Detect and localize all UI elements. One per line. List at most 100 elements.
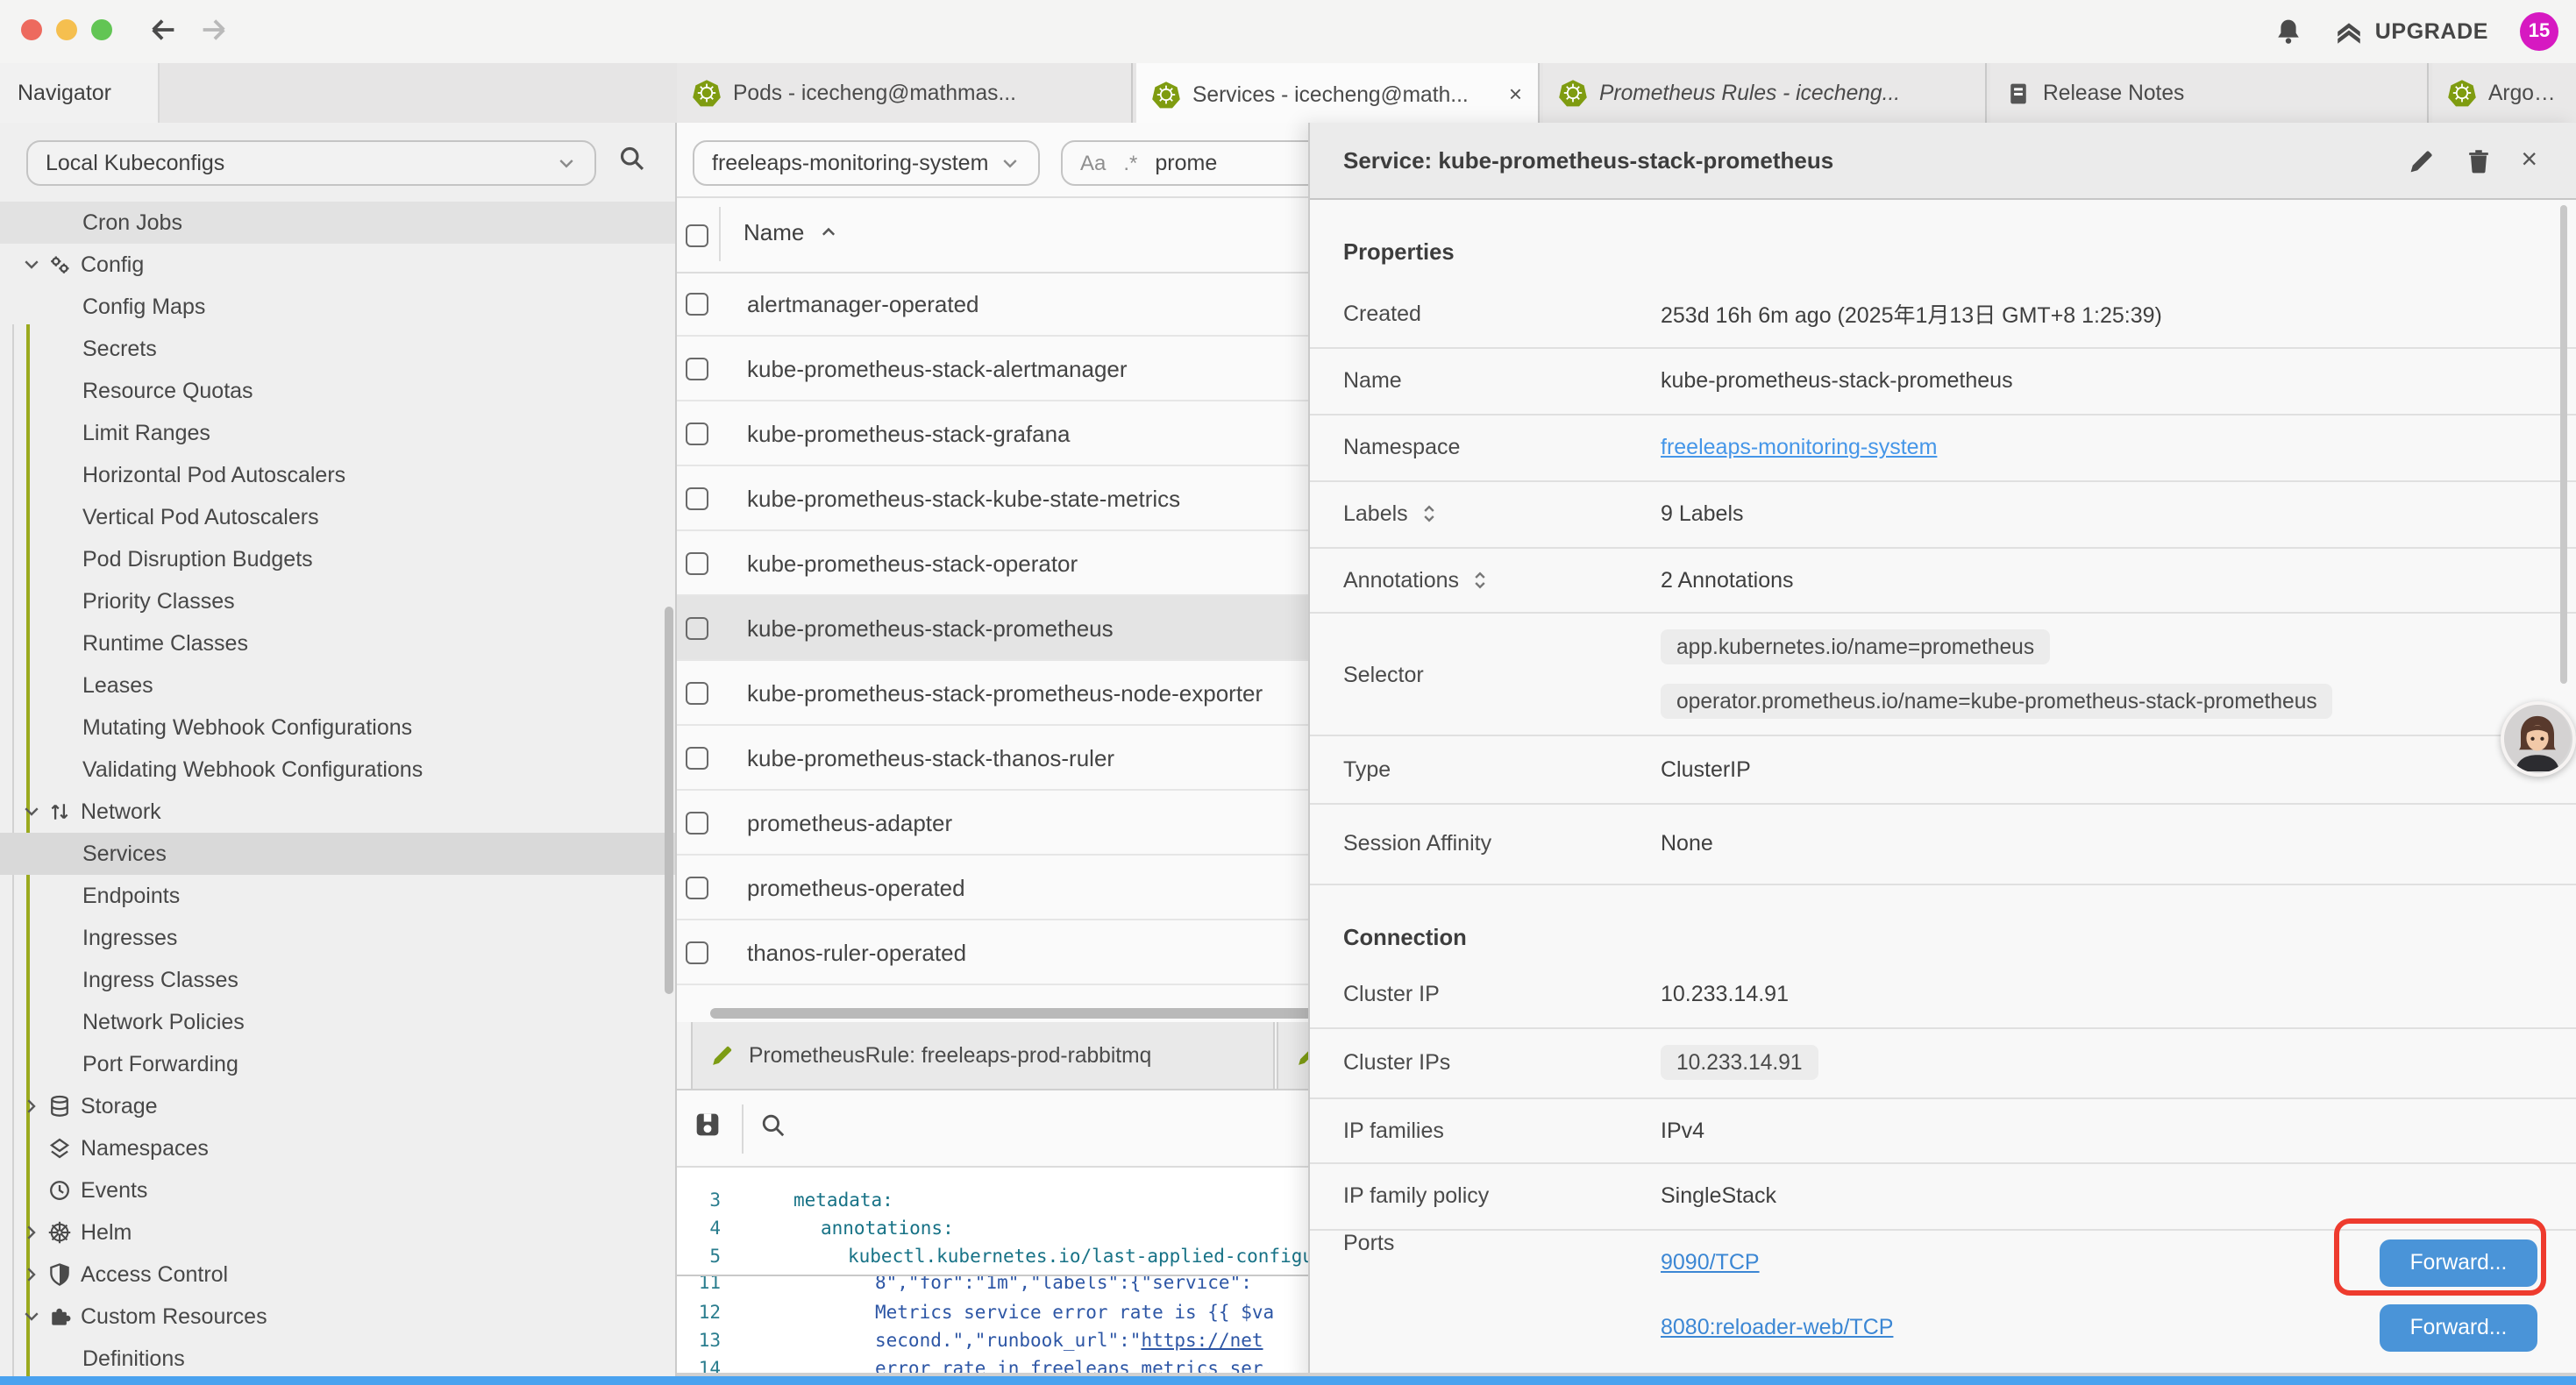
match-case-toggle[interactable]: Aa — [1080, 151, 1106, 175]
sidebar-item-resource-quotas[interactable]: Resource Quotas — [0, 370, 675, 412]
sidebar-item-ingress-classes[interactable]: Ingress Classes — [0, 959, 675, 1001]
row-checkbox[interactable] — [686, 746, 708, 769]
tab-pods[interactable]: Pods - icecheng@mathmas... — [677, 63, 1133, 123]
sidebar-item-config-maps[interactable]: Config Maps — [0, 286, 675, 328]
sidebar-item-endpoints[interactable]: Endpoints — [0, 875, 675, 917]
namespace-filter-value: freeleaps-monitoring-system — [712, 151, 988, 175]
select-all-checkbox[interactable] — [686, 224, 708, 247]
sidebar-item-label: Helm — [81, 1220, 132, 1245]
sidebar-item-namespaces[interactable]: Namespaces — [0, 1127, 675, 1169]
back-button[interactable] — [147, 14, 179, 46]
sidebar-item-secrets[interactable]: Secrets — [0, 328, 675, 370]
sidebar-scrollbar[interactable] — [665, 607, 673, 994]
kubeconfig-selector[interactable]: Local Kubeconfigs — [26, 140, 596, 186]
detail-value: 253d 16h 6m ago (2025年1月13日 GMT+8 1:25:3… — [1661, 297, 2162, 330]
detail-value: SingleStack — [1661, 1183, 1776, 1208]
edit-button[interactable] — [2407, 146, 2435, 174]
sidebar-item-label: Cron Jobs — [82, 210, 182, 235]
row-checkbox[interactable] — [686, 292, 708, 315]
sidebar-search-button[interactable] — [617, 144, 647, 174]
tab-prometheus[interactable]: Prometheus Rules - icecheng... — [1543, 63, 1987, 123]
chevron-down-icon[interactable] — [21, 801, 42, 822]
sidebar-item-label: Port Forwarding — [82, 1052, 238, 1076]
close-window-button[interactable] — [21, 19, 42, 40]
navigator-tab[interactable]: Navigator — [0, 63, 160, 123]
port-forward-button[interactable]: Forward... — [2380, 1303, 2537, 1351]
sidebar-item-label: Definitions — [82, 1346, 185, 1371]
tab-release[interactable]: Release Notes — [1990, 63, 2429, 123]
layers-icon — [47, 1136, 72, 1161]
row-checkbox[interactable] — [686, 876, 708, 898]
sidebar-item-label: Mutating Webhook Configurations — [82, 715, 412, 740]
chevron-down-icon[interactable] — [21, 254, 42, 275]
sidebar-item-ingresses[interactable]: Ingresses — [0, 917, 675, 959]
assistant-avatar[interactable] — [2501, 701, 2576, 777]
maximize-window-button[interactable] — [91, 19, 112, 40]
service-name: prometheus-adapter — [747, 809, 952, 835]
tab-services[interactable]: Services - icecheng@math...× — [1136, 63, 1540, 124]
editor-search-button[interactable] — [759, 1112, 787, 1140]
sidebar-item-access-control[interactable]: Access Control — [0, 1254, 675, 1296]
sidebar-item-network-policies[interactable]: Network Policies — [0, 1001, 675, 1043]
sidebar-item-label: Access Control — [81, 1262, 228, 1287]
row-checkbox[interactable] — [686, 422, 708, 444]
sidebar-item-storage[interactable]: Storage — [0, 1085, 675, 1127]
sidebar-item-leases[interactable]: Leases — [0, 664, 675, 707]
upgrade-button[interactable]: UPGRADE — [2335, 17, 2488, 46]
notifications-bell-button[interactable] — [2275, 18, 2303, 46]
row-checkbox[interactable] — [686, 681, 708, 704]
sidebar-item-priority-classes[interactable]: Priority Classes — [0, 580, 675, 622]
close-tab-icon[interactable]: × — [1509, 81, 1522, 107]
minimize-window-button[interactable] — [56, 19, 77, 40]
window-accent-bar — [0, 1376, 2576, 1385]
line-number: 11 — [677, 1276, 731, 1294]
sidebar-item-custom-resources[interactable]: Custom Resources — [0, 1296, 675, 1338]
row-checkbox[interactable] — [686, 551, 708, 574]
service-name: kube-prometheus-stack-kube-state-metrics — [747, 485, 1180, 511]
sort-toggle-icon[interactable] — [1420, 503, 1438, 524]
forward-button[interactable] — [198, 14, 230, 46]
close-panel-button[interactable]: × — [2521, 148, 2537, 173]
sidebar-item-events[interactable]: Events — [0, 1169, 675, 1211]
name-column-header[interactable]: Name — [744, 219, 837, 245]
sidebar-item-mutating-webhook-configurations[interactable]: Mutating Webhook Configurations — [0, 707, 675, 749]
port-link[interactable]: 9090/TCP — [1661, 1250, 1760, 1275]
sidebar-item-validating-webhook-configurations[interactable]: Validating Webhook Configurations — [0, 749, 675, 791]
port-link[interactable]: 8080:reloader-web/TCP — [1661, 1315, 1893, 1339]
row-checkbox[interactable] — [686, 811, 708, 834]
sidebar-item-pod-disruption-budgets[interactable]: Pod Disruption Budgets — [0, 538, 675, 580]
editor-tab-active[interactable]: PrometheusRule: freeleaps-prod-rabbitmq — [691, 1022, 1275, 1089]
row-checkbox[interactable] — [686, 616, 708, 639]
sort-toggle-icon[interactable] — [1471, 570, 1489, 591]
namespace-link[interactable]: freeleaps-monitoring-system — [1661, 436, 1937, 460]
tab-argo[interactable]: Argo Se — [2432, 63, 2576, 123]
sidebar-item-services[interactable]: Services — [0, 833, 675, 875]
namespace-filter-dropdown[interactable]: freeleaps-monitoring-system — [693, 140, 1040, 186]
save-button[interactable] — [693, 1110, 722, 1140]
sidebar-item-helm[interactable]: Helm — [0, 1211, 675, 1254]
detail-row-cluster-ips: Cluster IPs10.233.14.91 — [1310, 1026, 2576, 1097]
sidebar-item-network[interactable]: Network — [0, 791, 675, 833]
regex-toggle[interactable]: .* — [1123, 151, 1137, 175]
row-checkbox[interactable] — [686, 941, 708, 963]
sidebar-item-horizontal-pod-autoscalers[interactable]: Horizontal Pod Autoscalers — [0, 454, 675, 496]
delete-button[interactable] — [2465, 146, 2491, 174]
sidebar-item-label: Horizontal Pod Autoscalers — [82, 463, 345, 487]
row-checkbox[interactable] — [686, 357, 708, 380]
chevron-down-icon[interactable] — [21, 1306, 42, 1327]
chevron-right-icon[interactable] — [21, 1222, 42, 1243]
yaml-code: 8","for":"1m","labels":{"service": — [731, 1276, 1252, 1294]
chevron-right-icon[interactable] — [21, 1096, 42, 1117]
sidebar-item-runtime-classes[interactable]: Runtime Classes — [0, 622, 675, 664]
notification-count-badge[interactable]: 15 — [2520, 12, 2558, 51]
detail-scrollbar[interactable] — [2560, 205, 2567, 684]
chevron-right-icon[interactable] — [21, 1264, 42, 1285]
sidebar-item-cron-jobs[interactable]: Cron Jobs — [0, 202, 675, 244]
sidebar-item-definitions[interactable]: Definitions — [0, 1338, 675, 1380]
sidebar-item-config[interactable]: Config — [0, 244, 675, 286]
sidebar-item-label: Validating Webhook Configurations — [82, 757, 423, 782]
row-checkbox[interactable] — [686, 487, 708, 509]
sidebar-item-port-forwarding[interactable]: Port Forwarding — [0, 1043, 675, 1085]
sidebar-item-vertical-pod-autoscalers[interactable]: Vertical Pod Autoscalers — [0, 496, 675, 538]
sidebar-item-limit-ranges[interactable]: Limit Ranges — [0, 412, 675, 454]
